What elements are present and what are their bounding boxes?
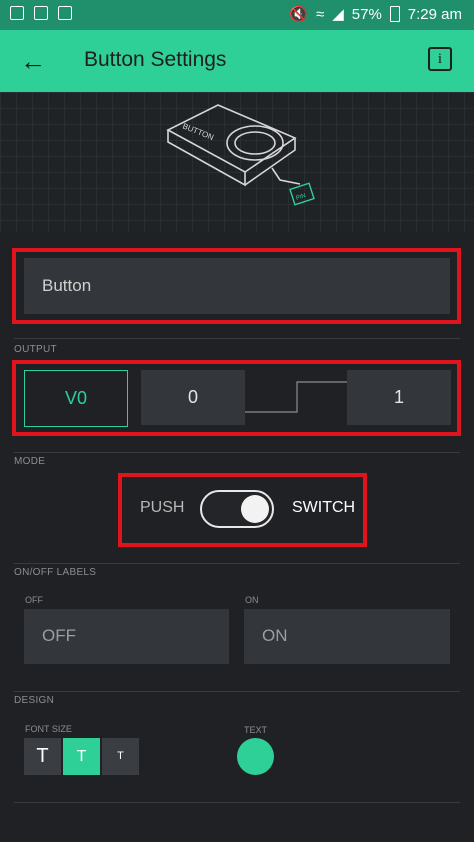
page-title: Button Settings <box>84 48 227 71</box>
font-size-caption: FONT SIZE <box>25 724 72 734</box>
arrow-left-icon: ← <box>20 46 46 76</box>
signal-icon: ◢ <box>332 6 344 23</box>
font-size-large-button[interactable]: T <box>24 738 61 775</box>
step-line-icon <box>245 381 347 413</box>
text-color-picker[interactable] <box>237 738 274 775</box>
mode-section-label: MODE <box>14 456 46 467</box>
wifi-icon: ≈ <box>315 5 325 23</box>
svg-text:PIN: PIN <box>295 193 306 202</box>
system-icons: 🔇 ≈ ◢ 57% 7:29 am <box>289 5 462 24</box>
back-button[interactable]: ← <box>16 45 50 77</box>
mute-icon: 🔇 <box>289 6 308 23</box>
font-size-medium-button[interactable]: T <box>63 738 100 775</box>
notification-icons <box>10 6 72 20</box>
output-high-value[interactable]: 1 <box>347 370 451 425</box>
app-bar: ← Button Settings i <box>0 30 474 92</box>
widget-name-value: Button <box>42 276 92 295</box>
notification-icon <box>34 6 48 20</box>
text-color-caption: TEXT <box>244 725 268 735</box>
mode-toggle-switch[interactable] <box>200 490 274 528</box>
divider <box>14 563 460 564</box>
off-label-input[interactable]: OFF <box>24 609 229 664</box>
switch-label: SWITCH <box>292 499 356 516</box>
push-label: PUSH <box>140 499 185 516</box>
notification-icon <box>58 6 72 20</box>
status-bar: 🔇 ≈ ◢ 57% 7:29 am <box>0 0 474 30</box>
on-label-input[interactable]: ON <box>244 609 450 664</box>
clock: 7:29 am <box>407 5 462 23</box>
on-caption: ON <box>245 595 259 605</box>
divider <box>14 691 460 692</box>
battery-icon <box>389 6 400 22</box>
output-section-label: OUTPUT <box>14 344 57 355</box>
divider <box>14 452 460 453</box>
info-button[interactable]: i <box>428 47 452 71</box>
pin-select-button[interactable]: V0 <box>24 370 128 427</box>
off-label-value: OFF <box>42 626 76 645</box>
font-size-small-button[interactable]: T <box>102 738 139 775</box>
off-caption: OFF <box>25 595 43 605</box>
labels-section-label: ON/OFF LABELS <box>14 567 97 578</box>
on-label-value: ON <box>262 626 288 645</box>
notification-icon <box>10 6 24 20</box>
toggle-knob <box>241 495 269 523</box>
divider <box>14 802 460 803</box>
widget-name-input[interactable]: Button <box>24 258 450 314</box>
button-widget-illustration-icon: BUTTON PIN <box>166 104 315 206</box>
divider <box>14 338 460 339</box>
battery-level: 57% <box>351 5 382 23</box>
design-section-label: DESIGN <box>14 695 55 706</box>
output-low-value[interactable]: 0 <box>141 370 245 425</box>
